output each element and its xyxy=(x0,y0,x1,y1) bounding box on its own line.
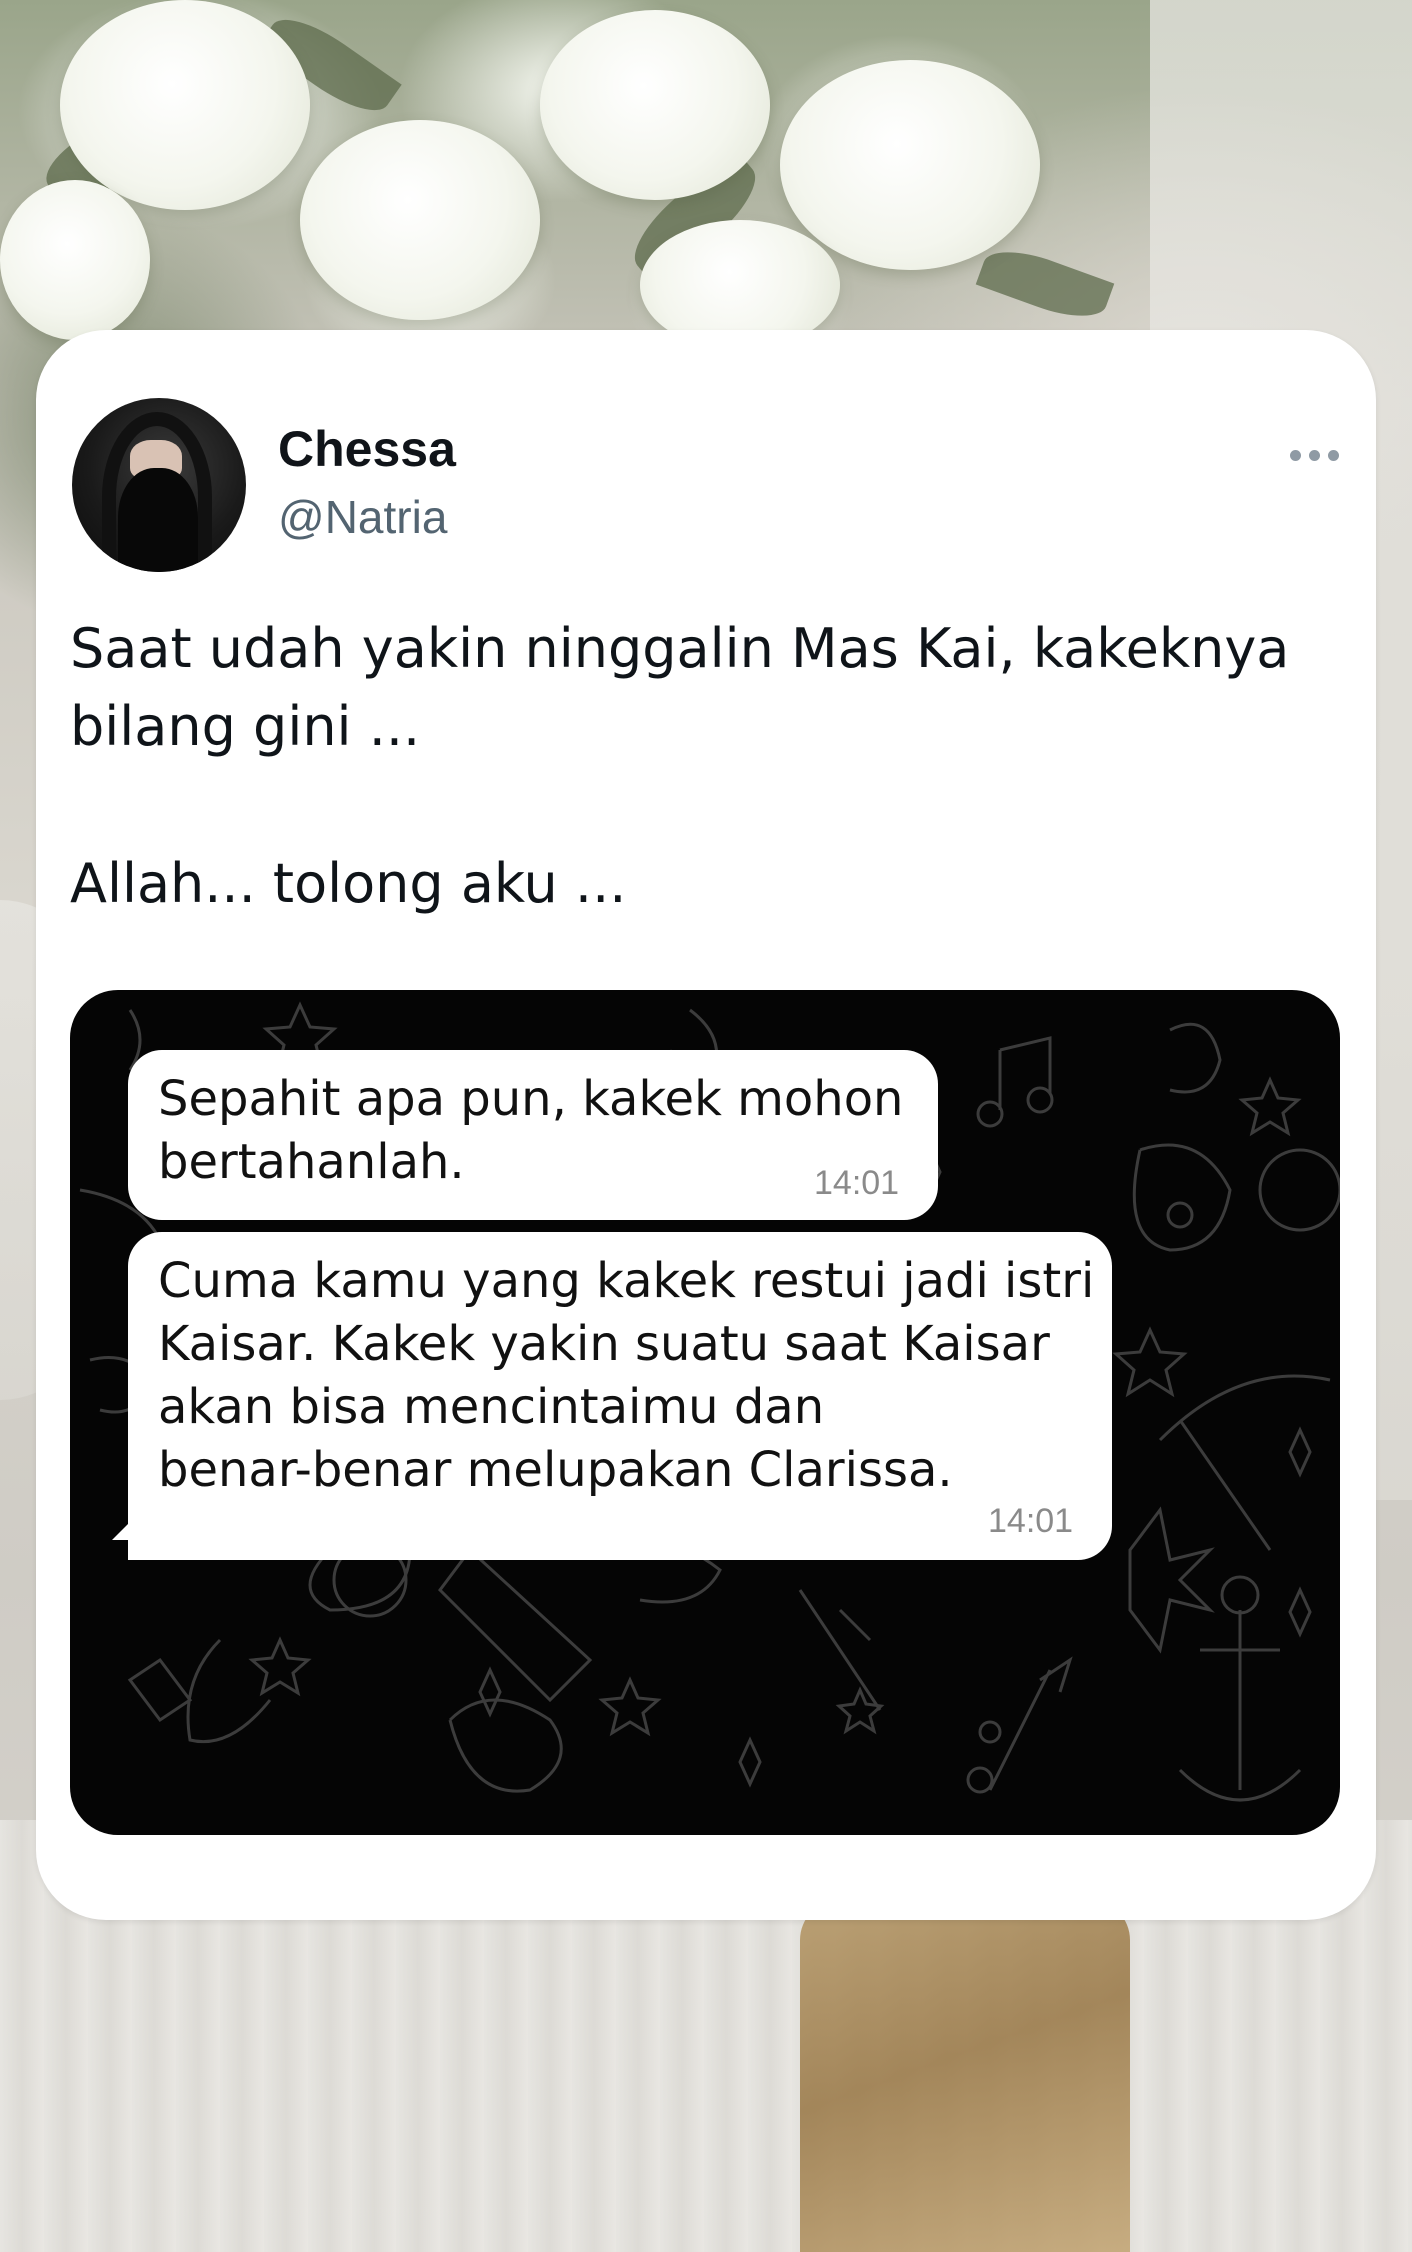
chat-message-line: Sepahit apa pun, kakek mohon xyxy=(158,1071,904,1127)
tweet-text: Saat udah yakin ninggalin Mas Kai, kakek… xyxy=(70,610,1330,923)
leaf-decoration xyxy=(975,239,1115,329)
tweet-text-line: Saat udah yakin ninggalin Mas Kai, kakek… xyxy=(70,617,1290,680)
flower xyxy=(60,0,310,210)
chat-message-bubble: Cuma kamu yang kakek restui jadi istri K… xyxy=(128,1232,1112,1560)
display-name[interactable]: Chessa xyxy=(278,420,456,478)
avatar-veil xyxy=(118,468,198,572)
chat-screenshot: Sepahit apa pun, kakek mohon bertahanlah… xyxy=(70,990,1340,1835)
chat-message-line: akan bisa mencintaimu dan xyxy=(158,1379,825,1435)
tweet-text-line: Allah... tolong aku ... xyxy=(70,852,627,915)
more-horizontal-icon[interactable] xyxy=(1290,447,1346,463)
flower xyxy=(0,180,150,340)
chat-message-line: Cuma kamu yang kakek restui jadi istri xyxy=(158,1253,1095,1309)
chat-message-line: Kaisar. Kakek yakin suatu saat Kaisar xyxy=(158,1316,1050,1372)
tweet-text-line: bilang gini ... xyxy=(70,695,421,758)
chat-message-text: Cuma kamu yang kakek restui jadi istri K… xyxy=(158,1250,1094,1502)
chat-message-text: Sepahit apa pun, kakek mohon bertahanlah… xyxy=(158,1068,903,1194)
chat-message-line: bertahanlah. xyxy=(158,1134,465,1190)
dot xyxy=(1328,449,1339,461)
message-timestamp: 14:01 xyxy=(814,1164,900,1202)
flower xyxy=(300,120,540,320)
flower xyxy=(540,10,770,200)
flower xyxy=(780,60,1040,270)
user-handle[interactable]: @Natria xyxy=(278,490,447,544)
bouquet-wrap xyxy=(800,1900,1130,2252)
chat-message-line: benar-benar melupakan Clarissa. xyxy=(158,1442,953,1498)
avatar[interactable] xyxy=(72,398,246,572)
dot xyxy=(1309,449,1320,461)
message-timestamp: 14:01 xyxy=(988,1502,1074,1540)
chat-message-bubble: Sepahit apa pun, kakek mohon bertahanlah… xyxy=(128,1050,938,1220)
dot xyxy=(1290,449,1301,461)
